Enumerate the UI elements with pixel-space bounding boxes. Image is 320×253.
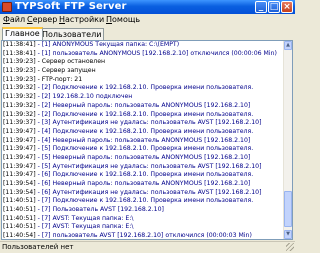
log-timestamp: [11:40:51] (3, 214, 36, 222)
log-timestamp: [11:39:32] (3, 84, 36, 92)
log-line: [11:40:51] - [7] Пользователь AVST [192.… (3, 206, 284, 215)
log-line: [11:40:54] - [7] пользователь AVST [192.… (3, 232, 284, 239)
log-timestamp: [11:39:54] (3, 188, 36, 196)
log-message: - [2] 192.168.2.10 подключен (35, 93, 133, 101)
log-timestamp: [11:39:47] (3, 153, 36, 161)
log-message: - FTP-порт: 21 (35, 75, 83, 83)
log-line: [11:40:51] - [7] AVST: Текущая папка: E:… (3, 223, 284, 232)
log-message: - [5] Подключение к 192.168.2.10. Провер… (35, 145, 254, 153)
log-timestamp: [11:38:41] (3, 49, 36, 57)
log-message: - [7] пользователь AVST [192.168.2.10] о… (35, 232, 252, 239)
status-text: Пользователей нет (2, 243, 74, 251)
log-line: [11:39:23] - Сервер остановлен (3, 58, 284, 67)
log-line: [11:39:32] - [2] 192.168.2.10 подключен (3, 93, 284, 102)
log-line: [11:40:51] - [7] AVST: Текущая папка: E:… (3, 215, 284, 224)
menu-bar: Файл Сервер Настройки Помощь (0, 14, 295, 26)
menu-server[interactable]: Сервер (27, 14, 57, 26)
log-line: [11:38:41] - [1] ANONYMOUS Текущая папка… (3, 41, 284, 50)
scroll-up-button[interactable]: ▲ (284, 41, 292, 50)
log-timestamp: [11:39:23] (3, 67, 36, 75)
log-line: [11:39:47] - [4] Подключение к 192.168.2… (3, 128, 284, 137)
log-message: - [2] Неверный пароль: пользователь ANON… (35, 101, 251, 109)
log-message: - [4] Неверный пароль: пользователь ANON… (35, 136, 251, 144)
log-line: [11:39:47] - [5] Подключение к 192.168.2… (3, 145, 284, 154)
app-icon (2, 2, 12, 12)
log-timestamp: [11:39:47] (3, 162, 36, 170)
log-line: [11:39:47] - [5] Неверный пароль: пользо… (3, 154, 284, 163)
log-timestamp: [11:40:51] (3, 206, 36, 214)
log-message: - [7] AVST: Текущая папка: E:\ (35, 223, 134, 231)
log-line: [11:39:32] - [2] Подключение к 192.168.2… (3, 84, 284, 93)
log-message: - [6] Аутентификация не удалась: пользов… (35, 188, 262, 196)
log-timestamp: [11:39:32] (3, 110, 36, 118)
scroll-thumb[interactable] (284, 191, 292, 227)
log-message: - Сервер запущен (35, 67, 96, 75)
log-message: - [4] Подключение к 192.168.2.10. Провер… (35, 127, 254, 135)
vertical-scrollbar[interactable]: ▲ ▼ (283, 41, 292, 239)
log-timestamp: [11:39:23] (3, 58, 36, 66)
log-line: [11:39:47] - [5] Аутентификация не удала… (3, 163, 284, 172)
log-line: [11:38:41] - [1] пользователь ANONYMOUS … (3, 50, 284, 59)
log-timestamp: [11:40:54] (3, 232, 36, 239)
log-line: [11:40:51] - [7] Подключение к 192.168.2… (3, 197, 284, 206)
log-message: - [7] Пользователь AVST [192.168.2.10] (35, 206, 164, 214)
log-timestamp: [11:39:32] (3, 93, 36, 101)
log-list: [11:38:41] - [1] ANONYMOUS Текущая папка… (3, 41, 284, 239)
log-timestamp: [11:39:47] (3, 127, 36, 135)
log-timestamp: [11:39:47] (3, 136, 36, 144)
log-line: [11:39:47] - [6] Подключение к 192.168.2… (3, 171, 284, 180)
menu-file[interactable]: Файл (3, 14, 25, 26)
log-message: - [6] Подключение к 192.168.2.10. Провер… (35, 171, 254, 179)
log-line: [11:39:54] - [6] Аутентификация не удала… (3, 189, 284, 198)
menu-help[interactable]: Помощь (106, 14, 140, 26)
log-line: [11:39:32] - [2] Неверный пароль: пользо… (3, 102, 284, 111)
log-message: - [1] ANONYMOUS Текущая папка: C:\(EMPT) (35, 41, 180, 48)
log-message: - [6] Неверный пароль: пользователь ANON… (35, 180, 251, 187)
log-line: [11:39:23] - Сервер запущен (3, 67, 284, 76)
log-message: - [3] Аутентификация не удалась: пользов… (35, 119, 262, 127)
maximize-button[interactable]: □ (268, 1, 280, 13)
tab-main[interactable]: Главное (2, 27, 43, 40)
log-message: - [5] Неверный пароль: пользователь ANON… (35, 153, 251, 161)
window-title: TYPSoft FTP Server (15, 1, 127, 12)
title-bar: TYPSoft FTP Server _ □ × (0, 0, 295, 14)
log-timestamp: [11:39:32] (3, 101, 36, 109)
menu-settings[interactable]: Настройки (59, 14, 104, 26)
log-line: [11:39:54] - [6] Неверный пароль: пользо… (3, 180, 284, 189)
log-panel[interactable]: [11:38:41] - [1] ANONYMOUS Текущая папка… (1, 40, 293, 240)
log-message: - [5] Аутентификация не удалась: пользов… (35, 162, 262, 170)
minimize-button[interactable]: _ (255, 1, 267, 13)
status-bar: Пользователей нет (0, 241, 295, 252)
log-message: - [2] Подключение к 192.168.2.10. Провер… (35, 84, 254, 92)
close-button[interactable]: × (281, 1, 293, 13)
log-line: [11:39:37] - [3] Аутентификация не удала… (3, 119, 284, 128)
log-timestamp: [11:39:47] (3, 145, 36, 153)
log-line: [11:39:32] - [2] Подключение к 192.168.2… (3, 111, 284, 120)
log-timestamp: [11:39:23] (3, 75, 36, 83)
log-message: - [1] пользователь ANONYMOUS [192.168.2.… (35, 49, 277, 57)
log-timestamp: [11:40:51] (3, 197, 36, 205)
resize-grip-icon[interactable] (286, 243, 294, 251)
log-line: [11:39:23] - FTP-порт: 21 (3, 76, 284, 85)
log-message: - [7] AVST: Текущая папка: E:\ (35, 214, 134, 222)
scroll-down-button[interactable]: ▼ (284, 230, 292, 239)
log-timestamp: [11:40:51] (3, 223, 36, 231)
log-message: - [2] Подключение к 192.168.2.10. Провер… (35, 110, 254, 118)
log-message: - Сервер остановлен (35, 58, 106, 66)
tab-users[interactable]: Пользователи (39, 28, 105, 40)
log-message: - [7] Подключение к 192.168.2.10. Провер… (35, 197, 254, 205)
log-line: [11:39:47] - [4] Неверный пароль: пользо… (3, 137, 284, 146)
log-timestamp: [11:39:37] (3, 119, 36, 127)
log-timestamp: [11:39:47] (3, 171, 36, 179)
log-timestamp: [11:38:41] (3, 41, 36, 48)
log-timestamp: [11:39:54] (3, 180, 36, 187)
